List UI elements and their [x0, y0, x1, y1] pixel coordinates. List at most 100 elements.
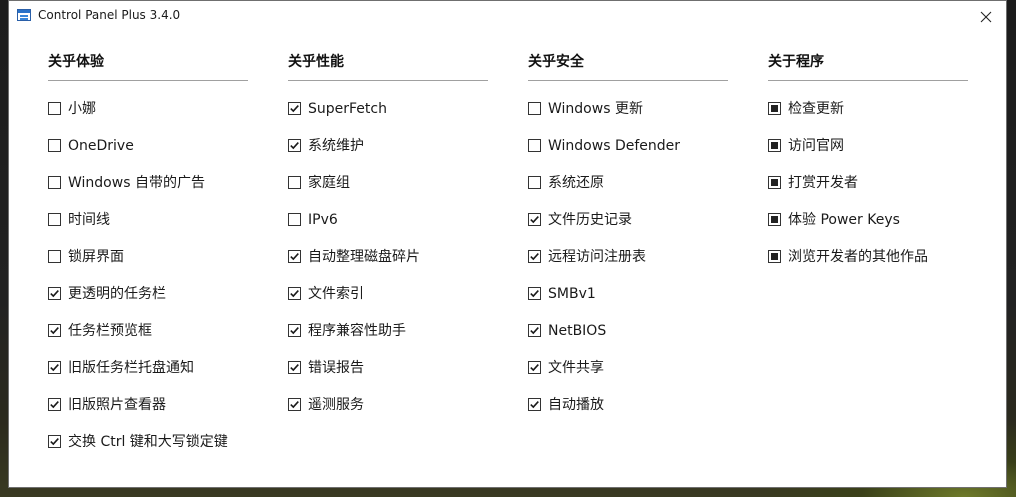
option-item[interactable]: 访问官网 — [768, 127, 968, 164]
divider — [768, 80, 968, 81]
close-button[interactable] — [966, 1, 1006, 32]
checkmark-icon — [290, 290, 299, 298]
option-label: 体验 Power Keys — [788, 211, 900, 228]
option-item[interactable]: IPv6 — [288, 201, 488, 238]
checkbox-indeterminate[interactable] — [768, 213, 781, 226]
checkbox-indeterminate[interactable] — [768, 176, 781, 189]
checkbox-unchecked[interactable] — [528, 176, 541, 189]
checkbox-checked[interactable] — [528, 213, 541, 226]
option-item[interactable]: 遥测服务 — [288, 386, 488, 423]
option-item[interactable]: 体验 Power Keys — [768, 201, 968, 238]
option-item[interactable]: 浏览开发者的其他作品 — [768, 238, 968, 275]
option-item[interactable]: OneDrive — [48, 127, 248, 164]
title-bar[interactable]: Control Panel Plus 3.4.0 — [9, 1, 1006, 32]
checkmark-icon — [50, 327, 59, 335]
option-item[interactable]: 检查更新 — [768, 90, 968, 127]
option-item[interactable]: 文件历史记录 — [528, 201, 728, 238]
checkbox-checked[interactable] — [288, 139, 301, 152]
option-item[interactable]: 打赏开发者 — [768, 164, 968, 201]
checkbox-checked[interactable] — [528, 324, 541, 337]
option-item[interactable]: 小娜 — [48, 90, 248, 127]
checkbox-unchecked[interactable] — [48, 102, 61, 115]
option-label: Windows 更新 — [548, 100, 643, 117]
option-item[interactable]: Windows Defender — [528, 127, 728, 164]
option-item[interactable]: 家庭组 — [288, 164, 488, 201]
checkbox-checked[interactable] — [528, 250, 541, 263]
window-title: Control Panel Plus 3.4.0 — [38, 8, 181, 22]
checkbox-unchecked[interactable] — [48, 176, 61, 189]
checkbox-checked[interactable] — [48, 361, 61, 374]
checkbox-checked[interactable] — [48, 398, 61, 411]
option-item[interactable]: 系统维护 — [288, 127, 488, 164]
checkbox-checked[interactable] — [288, 398, 301, 411]
option-item[interactable]: 系统还原 — [528, 164, 728, 201]
checkbox-checked[interactable] — [528, 287, 541, 300]
divider — [288, 80, 488, 81]
option-item[interactable]: 时间线 — [48, 201, 248, 238]
checkmark-icon — [530, 327, 539, 335]
checkbox-checked[interactable] — [48, 324, 61, 337]
checkbox-unchecked[interactable] — [48, 250, 61, 263]
option-item[interactable]: 错误报告 — [288, 349, 488, 386]
option-item[interactable]: 交换 Ctrl 键和大写锁定键 — [48, 423, 248, 460]
option-item[interactable]: 文件索引 — [288, 275, 488, 312]
option-item[interactable]: Windows 自带的广告 — [48, 164, 248, 201]
checkbox-checked[interactable] — [528, 361, 541, 374]
divider — [528, 80, 728, 81]
checkbox-unchecked[interactable] — [288, 176, 301, 189]
checkbox-checked[interactable] — [48, 287, 61, 300]
option-item[interactable]: 自动播放 — [528, 386, 728, 423]
option-label: 文件索引 — [308, 285, 364, 302]
column-header: 关乎安全 — [528, 54, 584, 70]
checkbox-indeterminate[interactable] — [768, 102, 781, 115]
option-label: 文件历史记录 — [548, 211, 632, 228]
option-item[interactable]: 文件共享 — [528, 349, 728, 386]
checkmark-icon — [290, 253, 299, 261]
option-label: 交换 Ctrl 键和大写锁定键 — [68, 433, 228, 450]
option-item[interactable]: Windows 更新 — [528, 90, 728, 127]
checkbox-checked[interactable] — [288, 324, 301, 337]
checkbox-unchecked[interactable] — [48, 139, 61, 152]
column-performance: 关乎性能 SuperFetch 系统维护 家庭组 IPv6 自动整理磁盘碎片文件索引程序… — [288, 52, 488, 423]
option-item[interactable]: 程序兼容性助手 — [288, 312, 488, 349]
checkbox-checked[interactable] — [288, 361, 301, 374]
checkbox-indeterminate[interactable] — [768, 250, 781, 263]
column-header: 关乎性能 — [288, 54, 344, 70]
option-label: 打赏开发者 — [788, 174, 858, 191]
checkbox-unchecked[interactable] — [48, 213, 61, 226]
checkmark-icon — [530, 401, 539, 409]
checkbox-unchecked[interactable] — [528, 102, 541, 115]
option-item[interactable]: 旧版任务栏托盘通知 — [48, 349, 248, 386]
checkmark-icon — [50, 438, 59, 446]
option-item[interactable]: NetBIOS — [528, 312, 728, 349]
checkbox-unchecked[interactable] — [288, 213, 301, 226]
checkmark-icon — [50, 364, 59, 372]
option-item[interactable]: SuperFetch — [288, 90, 488, 127]
option-item[interactable]: 任务栏预览框 — [48, 312, 248, 349]
checkbox-indeterminate[interactable] — [768, 139, 781, 152]
checkmark-icon — [50, 401, 59, 409]
option-item[interactable]: 锁屏界面 — [48, 238, 248, 275]
option-label: 小娜 — [68, 100, 96, 117]
checkbox-checked[interactable] — [528, 398, 541, 411]
option-item[interactable]: 旧版照片查看器 — [48, 386, 248, 423]
indeterminate-mark-icon — [771, 179, 778, 186]
checkbox-checked[interactable] — [288, 102, 301, 115]
checkbox-checked[interactable] — [48, 435, 61, 448]
checkbox-checked[interactable] — [288, 287, 301, 300]
column-header: 关于程序 — [768, 54, 824, 70]
checkmark-icon — [290, 364, 299, 372]
option-item[interactable]: 更透明的任务栏 — [48, 275, 248, 312]
option-item[interactable]: 自动整理磁盘碎片 — [288, 238, 488, 275]
option-item[interactable]: SMBv1 — [528, 275, 728, 312]
option-label: 程序兼容性助手 — [308, 322, 406, 339]
checkbox-checked[interactable] — [288, 250, 301, 263]
checkbox-unchecked[interactable] — [528, 139, 541, 152]
indeterminate-mark-icon — [771, 105, 778, 112]
option-label: SuperFetch — [308, 100, 387, 117]
option-list: SuperFetch 系统维护 家庭组 IPv6 自动整理磁盘碎片文件索引程序兼容性助手… — [288, 90, 488, 423]
option-item[interactable]: 远程访问注册表 — [528, 238, 728, 275]
checkmark-icon — [530, 290, 539, 298]
control-panel-icon — [17, 9, 31, 21]
option-label: 更透明的任务栏 — [68, 285, 166, 302]
